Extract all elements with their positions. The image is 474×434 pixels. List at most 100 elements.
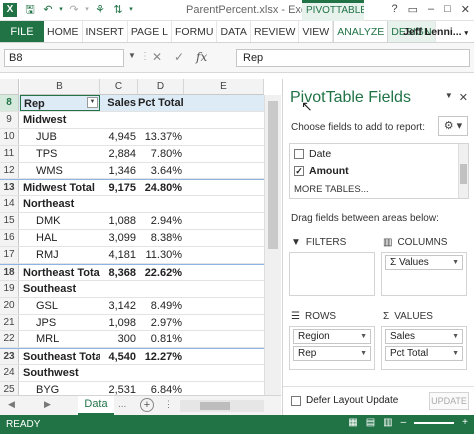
cell-sales[interactable]: 1,098 — [100, 315, 138, 331]
tab-data[interactable]: DATA — [217, 21, 251, 42]
cell-sales[interactable]: 4,181 — [100, 247, 138, 263]
cell-rep[interactable]: TPS — [20, 146, 100, 162]
cell-sales[interactable]: Sales — [100, 95, 138, 111]
cell-pct-total[interactable]: 8.49% — [138, 298, 184, 314]
cell-pct-total[interactable]: 8.38% — [138, 230, 184, 246]
user-name[interactable]: Jeff Lenni... ▾ — [403, 21, 468, 45]
field-list-scrollbar[interactable] — [458, 144, 468, 198]
cell-rep[interactable]: RMJ — [20, 247, 100, 263]
formula-input[interactable]: Rep — [236, 49, 470, 67]
cell-rep[interactable]: Southeast — [20, 281, 100, 297]
sheet-tab-data[interactable]: Data — [78, 396, 114, 415]
row-number[interactable]: 16 — [0, 230, 19, 247]
sort-icon[interactable]: ⇅ — [109, 2, 127, 18]
cell-pct-total[interactable]: 24.80% — [138, 180, 184, 195]
enter-icon[interactable]: ✓ — [174, 50, 184, 64]
cell-sales[interactable]: 8,368 — [100, 265, 138, 280]
format-icon[interactable]: ⚘ — [91, 2, 109, 18]
row-number[interactable]: 17 — [0, 247, 19, 263]
column-header-d[interactable]: D — [138, 79, 184, 95]
values-item-sales[interactable]: Sales ▼ — [385, 329, 463, 344]
columns-drop-area[interactable]: Σ Values ▼ — [381, 252, 467, 296]
cell-pct-total[interactable]: 3.64% — [138, 163, 184, 179]
cell-pct-total[interactable]: 12.27% — [138, 349, 184, 364]
checkbox-date[interactable] — [294, 149, 304, 159]
page-layout-view-icon[interactable]: ▤ — [366, 417, 375, 428]
cell-rep[interactable]: DMK — [20, 213, 100, 229]
cell-rep[interactable]: Northeast Total — [20, 265, 100, 280]
cell-sales[interactable]: 1,346 — [100, 163, 138, 179]
rows-item-rep[interactable]: Rep ▼ — [293, 346, 371, 361]
columns-item-values[interactable]: Σ Values ▼ — [385, 255, 463, 270]
cell-pct-total[interactable] — [138, 196, 184, 212]
add-sheet-button[interactable]: + — [140, 398, 154, 412]
normal-view-icon[interactable]: ▦ — [348, 417, 357, 428]
cell-rep[interactable]: Northeast — [20, 196, 100, 212]
dropdown-icon[interactable]: ▼ — [452, 330, 459, 343]
tab-insert[interactable]: INSERT — [83, 21, 128, 42]
tab-formulas[interactable]: FORMU — [172, 21, 218, 42]
cell-sales[interactable]: 3,099 — [100, 230, 138, 246]
checkbox-defer[interactable] — [291, 395, 301, 406]
cell-rep[interactable]: WMS — [20, 163, 100, 179]
zoom-in-icon[interactable]: + — [462, 417, 468, 428]
values-item-pct-total[interactable]: Pct Total ▼ — [385, 346, 463, 361]
cell-sales[interactable]: 4,540 — [100, 349, 138, 364]
undo-icon[interactable]: ↶ — [39, 2, 57, 18]
cell-sales[interactable]: 2,531 — [100, 382, 138, 395]
rows-drop-area[interactable]: Region ▼ Rep ▼ — [289, 326, 375, 370]
name-box-dropdown-icon[interactable]: ▼ — [128, 51, 136, 60]
tab-view[interactable]: VIEW — [299, 21, 334, 42]
dropdown-icon[interactable]: ▼ — [452, 256, 459, 269]
pane-options-icon[interactable]: ▼ — [445, 91, 453, 104]
cell-pct-total[interactable]: 2.94% — [138, 213, 184, 229]
cell-sales[interactable]: 2,884 — [100, 146, 138, 162]
horizontal-scroll-thumb[interactable] — [200, 402, 230, 410]
cell-rep[interactable]: MRL — [20, 331, 100, 347]
undo-dropdown-icon[interactable]: ▾ — [57, 2, 65, 18]
ribbon-display-icon[interactable]: ▭ — [408, 3, 418, 16]
field-item-date[interactable]: Date — [294, 148, 331, 160]
cell-rep[interactable]: Midwest Total — [20, 180, 100, 195]
cell-pct-total[interactable]: 2.97% — [138, 315, 184, 331]
help-icon[interactable]: ? — [391, 3, 397, 16]
horizontal-scrollbar[interactable] — [180, 400, 264, 412]
filters-drop-area[interactable] — [289, 252, 375, 296]
row-number[interactable]: 12 — [0, 162, 19, 179]
zoom-slider[interactable] — [414, 421, 455, 424]
cell-sales[interactable]: 9,175 — [100, 180, 138, 195]
row-number[interactable]: 9 — [0, 111, 19, 128]
cell-sales[interactable]: 3,142 — [100, 298, 138, 314]
tab-review[interactable]: REVIEW — [251, 21, 300, 42]
zoom-out-icon[interactable]: – — [401, 417, 407, 428]
cell-sales[interactable]: 4,945 — [100, 129, 138, 145]
more-sheets[interactable]: ... — [118, 399, 126, 410]
cancel-icon[interactable]: ✕ — [152, 50, 162, 64]
vertical-scroll-thumb[interactable] — [268, 101, 278, 249]
worksheet-grid[interactable]: B C D E 8 Rep ▼ Sales Pct Total 9 Midwest 10 JUB… — [0, 79, 281, 395]
field-item-amount[interactable]: ✓ Amount — [294, 165, 349, 177]
checkbox-amount-checked[interactable]: ✓ — [294, 166, 304, 176]
sheet-bar-grip[interactable]: ⋮ — [164, 399, 173, 410]
minimize-icon[interactable]: – — [428, 3, 434, 16]
name-box[interactable]: B8 — [4, 49, 124, 67]
cell-rep[interactable]: JUB — [20, 129, 100, 145]
row-number[interactable]: 19 — [0, 280, 19, 297]
row-number[interactable]: 20 — [0, 297, 19, 314]
row-number[interactable]: 24 — [0, 365, 19, 382]
cell-rep[interactable]: BYG — [20, 382, 100, 395]
close-icon[interactable]: ✕ — [461, 3, 470, 16]
rows-item-region[interactable]: Region ▼ — [293, 329, 371, 344]
cell-sales[interactable]: 300 — [100, 331, 138, 347]
cell-sales[interactable] — [100, 196, 138, 212]
dropdown-icon[interactable]: ▼ — [360, 347, 367, 360]
redo-dropdown-icon[interactable]: ▾ — [83, 2, 91, 18]
filter-dropdown-icon[interactable]: ▼ — [87, 97, 98, 108]
cell-rep[interactable]: JPS — [20, 315, 100, 331]
field-list-scroll-thumb[interactable] — [460, 164, 467, 184]
next-sheet-icon[interactable]: ▶ — [44, 399, 51, 410]
dropdown-icon[interactable]: ▼ — [452, 347, 459, 360]
maximize-icon[interactable]: □ — [444, 3, 451, 16]
tab-page-layout[interactable]: PAGE L — [128, 21, 172, 42]
row-number[interactable]: 14 — [0, 196, 19, 213]
